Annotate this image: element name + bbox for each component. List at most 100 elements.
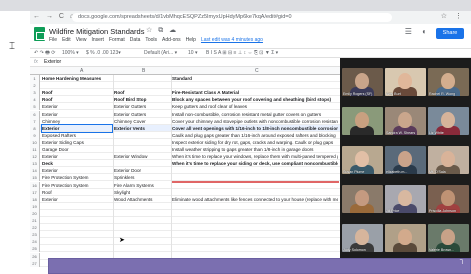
cell-col-b[interactable]: Exterior Gutters <box>114 111 170 118</box>
menu-item-help[interactable]: Help <box>186 37 196 43</box>
cell-col-b[interactable]: Roof <box>114 89 170 96</box>
row-number[interactable]: 8 <box>30 124 40 132</box>
table-row[interactable]: 12 Exterior Exterior Window When it's time … <box>30 153 340 161</box>
formula-input[interactable]: Exterior <box>44 59 61 65</box>
cell-col-a[interactable]: Exterior <box>42 103 112 110</box>
table-row[interactable]: 15 Fire Protection System Sprinklers <box>30 174 340 182</box>
cell-col-a[interactable]: Fire Protection System <box>42 174 112 181</box>
menu-item-edit[interactable]: Edit <box>62 37 71 43</box>
cell-col-b[interactable]: Wood Attachments <box>114 196 170 203</box>
participant-video-tile[interactable]: Mt. O'Sala <box>428 146 469 174</box>
cell-col-c[interactable]: Caulk and plug gaps greater than 1/16-in… <box>172 132 338 139</box>
row-number[interactable]: 22 <box>30 224 40 232</box>
row-number[interactable]: 21 <box>30 217 40 225</box>
row-number[interactable]: 1 <box>30 75 40 83</box>
menu-item-format[interactable]: Format <box>109 37 125 43</box>
cell-col-c[interactable]: Standard <box>172 75 338 82</box>
row-number[interactable]: 19 <box>30 202 40 210</box>
table-row[interactable]: 18 Exterior Wood Attachments Eliminate wood… <box>30 195 340 203</box>
cell-col-b[interactable]: Skylight <box>114 189 170 196</box>
row-number[interactable]: 13 <box>30 160 40 168</box>
cell-col-a[interactable]: Garage Door <box>42 146 112 153</box>
format-icons[interactable]: B I S A ⊞ ⊟ ≡ ⊥ ↕ ⇔ ⎘ ⊡ ▼ Σ ▾ <box>206 50 278 56</box>
row-number[interactable]: 9 <box>30 131 40 139</box>
browser-nav-icons[interactable]: ← → C ⌂ <box>33 13 76 20</box>
table-row[interactable]: 7 Chimney Chimney Cover Cover your chimney … <box>30 117 340 125</box>
cell-col-c[interactable]: Cover your chimney and stovepipe outlets… <box>172 118 338 125</box>
row-number[interactable]: 4 <box>30 96 40 104</box>
cell-col-a[interactable]: Fire Protection System <box>42 182 112 189</box>
row-number[interactable]: 10 <box>30 138 40 146</box>
participant-video-tile[interactable]: Liz White <box>428 107 469 135</box>
table-row[interactable]: 16 Fire Protection System Fire Alarm Syste… <box>30 181 340 189</box>
row-number[interactable]: 20 <box>30 209 40 217</box>
font-size-select[interactable]: 10 ▾ <box>188 50 197 56</box>
participant-video-tile[interactable]: Rachel R. Wong <box>428 68 469 96</box>
row-number[interactable]: 16 <box>30 181 40 189</box>
cell-col-a[interactable]: Exterior <box>41 123 113 133</box>
row-number[interactable]: 6 <box>30 110 40 118</box>
table-row[interactable]: 3 Roof Roof Fire-Resistant Class A Material <box>30 89 340 97</box>
row-number[interactable]: 2 <box>30 82 40 90</box>
row-number[interactable]: 3 <box>30 89 40 97</box>
sheets-logo-icon[interactable] <box>34 27 45 41</box>
cell-col-a[interactable]: Chimney <box>42 118 112 125</box>
table-row[interactable]: 6 Exterior Exterior Gutters Install non-com… <box>30 110 340 118</box>
share-button[interactable]: Share <box>436 28 464 39</box>
font-select[interactable]: Default (Ari... ▾ <box>144 50 177 56</box>
table-row[interactable]: 11 Garage Door Install weather stripping t… <box>30 146 340 154</box>
browser-menu-icons[interactable]: ☆ ⋮ <box>441 12 465 20</box>
table-row[interactable]: 4 Roof Roof Bird Stop Block any spaces betw… <box>30 96 340 104</box>
participant-video-tile[interactable]: Amy Burt <box>385 68 426 96</box>
table-row[interactable]: 8 Exterior Exterior Vents Cover all vent op… <box>30 123 340 133</box>
cell-col-c[interactable]: Cover all vent openings with 1/16-inch t… <box>172 125 338 132</box>
table-row[interactable]: 13 Deck When it's time to replace your sid… <box>30 160 340 168</box>
participant-video-tile[interactable]: Susan Plume <box>342 146 383 174</box>
table-row[interactable]: 14 Exterior Exterior Door <box>30 167 340 175</box>
participant-video-tile[interactable]: Judy Solomon <box>342 224 383 252</box>
zoom-select[interactable]: 100% ▾ <box>62 50 79 56</box>
last-edit-link[interactable]: Last edit was 4 minutes ago <box>201 37 263 43</box>
participant-video-tile[interactable] <box>385 224 426 252</box>
cell-col-a[interactable]: Exterior <box>42 153 112 160</box>
comments-icon[interactable]: ☰ ◐ <box>405 27 431 36</box>
cell-col-a[interactable]: Exterior <box>42 167 112 174</box>
spreadsheet-grid[interactable]: 1 Home Hardening Measures Standard 2 3 Roof Ro… <box>30 75 340 274</box>
cell-col-c[interactable]: When it's time to replace your windows, … <box>172 153 338 160</box>
row-number[interactable]: 25 <box>30 245 40 253</box>
cell-col-c[interactable]: Fire-Resistant Class A Material <box>172 89 338 96</box>
cell-col-a[interactable]: Exterior <box>42 111 112 118</box>
undo-redo-icons[interactable]: ↶ ↷ 🖶 ⟳ <box>34 50 55 58</box>
table-row[interactable]: 24 <box>30 238 340 246</box>
cell-col-b[interactable]: Exterior Gutters <box>114 103 170 110</box>
row-number[interactable]: 18 <box>30 195 40 203</box>
column-header-c[interactable]: C <box>255 68 259 74</box>
cell-col-c[interactable]: Keep gutters and roof clear of leaves <box>172 103 338 110</box>
table-row[interactable]: 19 <box>30 202 340 210</box>
cell-col-a[interactable]: Roof <box>42 189 112 196</box>
table-row[interactable]: 10 Exterior Siding Caps Inspect exterior s… <box>30 138 340 146</box>
menu-item-view[interactable]: View <box>76 37 87 43</box>
cell-col-a[interactable]: Exposed Rafters <box>42 132 112 139</box>
table-row[interactable]: 23 <box>30 231 340 239</box>
table-row[interactable]: 17 Roof Skylight <box>30 188 340 196</box>
row-number[interactable]: 15 <box>30 174 40 182</box>
participant-video-tile[interactable]: Priscilla Johnson <box>428 185 469 213</box>
cell-col-c[interactable]: Install non-combustible, corrosion resis… <box>172 111 338 118</box>
cell-col-b[interactable]: Roof Bird Stop <box>114 96 170 103</box>
row-number[interactable]: 12 <box>30 153 40 161</box>
cell-col-b[interactable]: Exterior Door <box>114 167 170 174</box>
menu-item-file[interactable]: File <box>49 37 57 43</box>
cell-col-b[interactable]: Fire Alarm Systems <box>114 182 170 189</box>
cell-col-b[interactable]: Sprinklers <box>114 174 170 181</box>
participant-video-tile[interactable]: elizabeth.m... <box>385 146 426 174</box>
table-row[interactable]: 25 <box>30 245 340 253</box>
menu-item-tools[interactable]: Tools <box>145 37 157 43</box>
column-header-a[interactable]: A <box>80 68 83 74</box>
cell-col-a[interactable]: Exterior <box>42 196 112 203</box>
row-number[interactable]: 24 <box>30 238 40 246</box>
cell-col-c[interactable]: Inspect exterior siding for dry rot, gap… <box>172 139 338 146</box>
cell-col-a[interactable]: Roof <box>42 89 112 96</box>
table-row[interactable]: 9 Exposed Rafters Caulk and plug gaps grea… <box>30 131 340 139</box>
menu-item-data[interactable]: Data <box>130 37 141 43</box>
